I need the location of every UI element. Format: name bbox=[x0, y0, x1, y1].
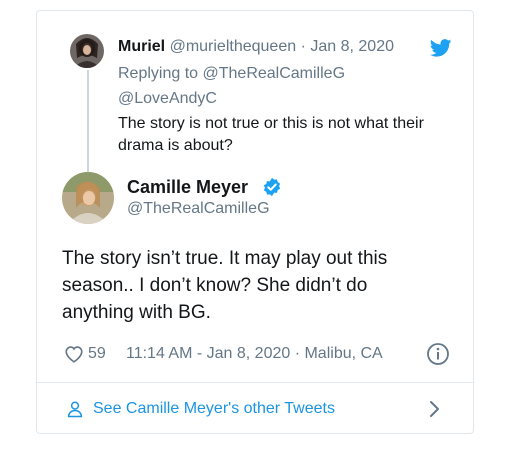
tweet-timestamp[interactable]: 11:14 AM - Jan 8, 2020 · Malibu, CA bbox=[126, 345, 383, 363]
heart-icon[interactable] bbox=[64, 345, 84, 368]
parent-tweet-text: The story is not true or this is not wha… bbox=[118, 115, 424, 154]
parent-author-name[interactable]: Muriel bbox=[118, 38, 165, 55]
main-tweet-text: The story isn’t true. It may play out th… bbox=[62, 248, 388, 323]
parent-author-handle[interactable]: @murielthequeen bbox=[170, 38, 297, 55]
info-icon[interactable] bbox=[426, 342, 450, 371]
main-author-name[interactable]: Camille Meyer bbox=[127, 177, 248, 198]
replying-to-mention-1[interactable]: @TheRealCamilleG bbox=[203, 65, 346, 82]
see-other-tweets-link[interactable]: See Camille Meyer's other Tweets bbox=[93, 400, 335, 418]
replying-to-mention-2[interactable]: @LoveAndyC bbox=[118, 90, 217, 107]
person-icon bbox=[66, 400, 84, 423]
like-count[interactable]: 59 bbox=[88, 345, 106, 363]
parent-tweet-date[interactable]: Jan 8, 2020 bbox=[310, 38, 394, 55]
replying-to-line: Replying to @TheRealCamilleG bbox=[118, 65, 345, 83]
replying-to-line-2: @LoveAndyC bbox=[118, 90, 217, 108]
thread-connector-line bbox=[87, 70, 89, 174]
camille-avatar[interactable] bbox=[62, 172, 114, 224]
muriel-avatar[interactable] bbox=[70, 34, 104, 68]
main-author-handle[interactable]: @TheRealCamilleG bbox=[127, 200, 270, 218]
header-separator: · bbox=[300, 38, 306, 55]
footer-divider bbox=[36, 382, 474, 383]
tweet-meta-row: 59 11:14 AM - Jan 8, 2020 · Malibu, CA bbox=[62, 342, 456, 366]
verified-badge-icon bbox=[262, 177, 282, 202]
replying-to-prefix: Replying to bbox=[118, 65, 199, 82]
twitter-bird-icon[interactable] bbox=[429, 39, 452, 62]
chevron-right-icon[interactable] bbox=[428, 400, 442, 423]
parent-tweet-header: Muriel @murielthequeen · Jan 8, 2020 bbox=[118, 38, 394, 56]
